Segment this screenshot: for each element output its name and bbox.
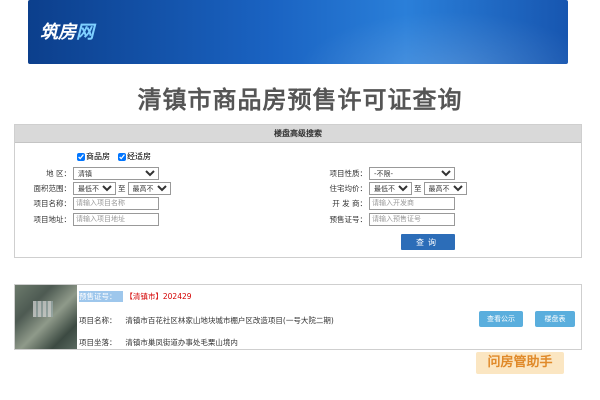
license-row: 预售证号： 请输入预售证号 xyxy=(319,213,455,226)
page-title: 清镇市商品房预售许可证查询 xyxy=(137,86,463,114)
property-type-checkboxes: 商品房 经适房 xyxy=(77,151,151,162)
developer-label: 开 发 商： xyxy=(332,199,367,208)
area-label: 面积范围： xyxy=(33,184,72,193)
result-name-line: 项目名称： 清镇市百花社区林家山地块城市棚户区改造项目(一号大院二期) xyxy=(79,315,334,326)
developer-row: 开 发 商： 请输入开发商 xyxy=(319,197,455,210)
type-row: 项目性质： -不限- xyxy=(319,167,455,180)
license-input[interactable]: 请输入预售证号 xyxy=(369,213,455,226)
price-to-label: 至 xyxy=(414,184,422,193)
project-address-label: 项目地址： xyxy=(33,215,72,224)
result-item: 预售证号： 【清镇市】202429 项目名称： 清镇市百花社区林家山地块城市棚户… xyxy=(14,284,582,350)
result-project-address: 清镇市巢凤街道办事处毛栗山境内 xyxy=(125,338,238,347)
banner-decoration xyxy=(268,0,568,64)
advanced-search-panel: 楼盘高级搜索 商品房 经适房 地 区： 清镇 面积范围： 最低不限 至 最高不限… xyxy=(14,124,582,258)
region-row: 地 区： 清镇 xyxy=(15,167,159,180)
view-notice-button[interactable]: 查看公示 xyxy=(479,311,523,327)
result-address-label: 项目坐落： xyxy=(79,338,117,347)
checkbox-commercial-label: 商品房 xyxy=(86,152,110,161)
result-license-label: 预售证号： xyxy=(79,291,123,302)
result-license-line: 预售证号： 【清镇市】202429 xyxy=(79,291,192,302)
developer-input[interactable]: 请输入开发商 xyxy=(369,197,455,210)
area-to-label: 至 xyxy=(118,184,126,193)
project-type-select[interactable]: -不限- xyxy=(369,167,455,180)
commercial-checkbox[interactable] xyxy=(77,152,85,161)
price-label: 住宅均价： xyxy=(329,184,368,193)
logo-accent-text: 网 xyxy=(76,22,94,43)
price-max-select[interactable]: 最高不限 xyxy=(423,182,467,195)
site-logo[interactable]: 筑房网 xyxy=(40,18,94,44)
project-name-label: 项目名称： xyxy=(33,199,72,208)
region-label: 地 区： xyxy=(46,169,71,178)
address-row: 项目地址： 请输入项目地址 xyxy=(15,213,159,226)
project-name-input[interactable]: 请输入项目名称 xyxy=(73,197,159,210)
name-row: 项目名称： 请输入项目名称 xyxy=(15,197,159,210)
query-button[interactable]: 查询 xyxy=(401,234,455,250)
price-row: 住宅均价： 最低不限 至 最高不限 xyxy=(319,182,467,195)
result-project-name: 清镇市百花社区林家山地块城市棚户区改造项目(一号大院二期) xyxy=(125,316,334,325)
price-min-select[interactable]: 最低不限 xyxy=(369,182,412,195)
area-min-select[interactable]: 最低不限 xyxy=(73,182,116,195)
checkbox-commercial[interactable]: 商品房 xyxy=(77,151,110,162)
site-banner: 筑房网 xyxy=(28,0,568,64)
checkbox-affordable[interactable]: 经适房 xyxy=(118,151,151,162)
logo-main-text: 筑房 xyxy=(40,22,76,43)
project-address-input[interactable]: 请输入项目地址 xyxy=(73,213,159,226)
checkbox-affordable-label: 经适房 xyxy=(127,152,151,161)
license-label: 预售证号： xyxy=(329,215,368,224)
watermark: 问房管助手 xyxy=(476,352,564,374)
panel-header: 楼盘高级搜索 xyxy=(15,125,581,143)
project-thumbnail[interactable] xyxy=(15,285,77,349)
result-address-line: 项目坐落： 清镇市巢凤街道办事处毛栗山境内 xyxy=(79,337,238,348)
affordable-checkbox[interactable] xyxy=(118,152,126,161)
region-select[interactable]: 清镇 xyxy=(73,167,159,180)
building-table-button[interactable]: 楼盘表 xyxy=(535,311,575,327)
result-license-value[interactable]: 【清镇市】202429 xyxy=(125,292,191,301)
area-row: 面积范围： 最低不限 至 最高不限 xyxy=(15,182,171,195)
project-type-label: 项目性质： xyxy=(329,169,368,178)
result-project-name-label: 项目名称： xyxy=(79,316,117,325)
area-max-select[interactable]: 最高不限 xyxy=(127,182,171,195)
